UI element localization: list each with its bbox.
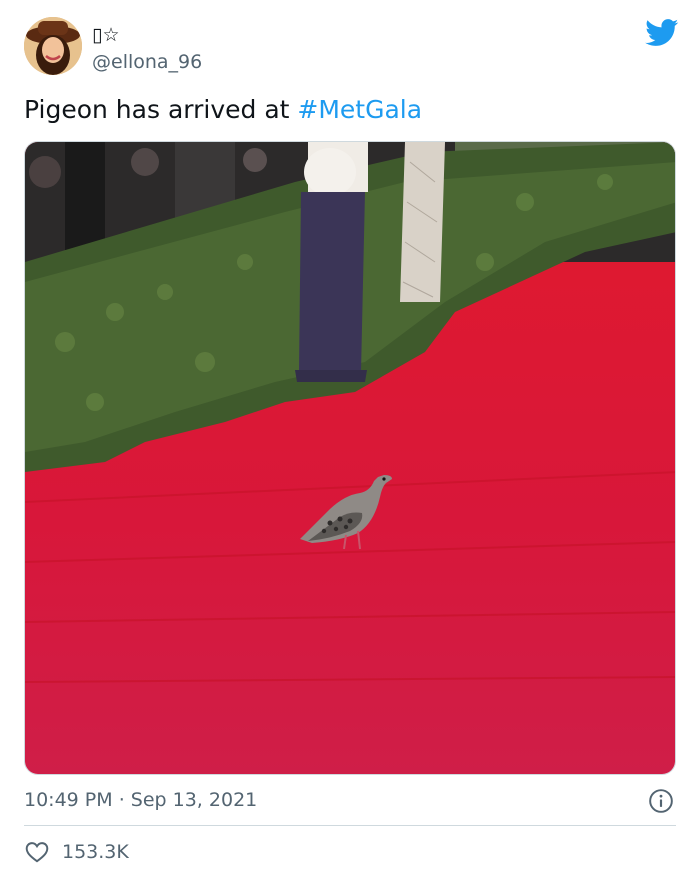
- tweet-time: 10:49 PM: [24, 789, 113, 811]
- twitter-bird-icon[interactable]: [645, 19, 679, 47]
- like-button[interactable]: 153.3K: [24, 838, 129, 866]
- pigeon-red-carpet-image: [25, 142, 675, 774]
- timestamp-separator: ·: [112, 789, 131, 811]
- heart-icon: [25, 842, 49, 863]
- tweet-date: Sep 13, 2021: [130, 789, 258, 811]
- info-icon[interactable]: [648, 788, 674, 814]
- like-count: 153.3K: [62, 841, 129, 863]
- hashtag-link[interactable]: #MetGala: [297, 95, 422, 124]
- tweet-body: Pigeon has arrived at: [24, 95, 298, 124]
- divider: [24, 825, 676, 826]
- display-name[interactable]: ▯☆: [92, 23, 120, 47]
- tweet-text: Pigeon has arrived at #MetGala: [24, 94, 422, 126]
- tweet-timestamp[interactable]: 10:49 PM · Sep 13, 2021: [24, 788, 257, 812]
- avatar-image: [24, 17, 82, 75]
- user-handle[interactable]: @ellona_96: [92, 50, 202, 74]
- avatar[interactable]: [24, 17, 82, 75]
- tweet-photo[interactable]: [24, 141, 676, 775]
